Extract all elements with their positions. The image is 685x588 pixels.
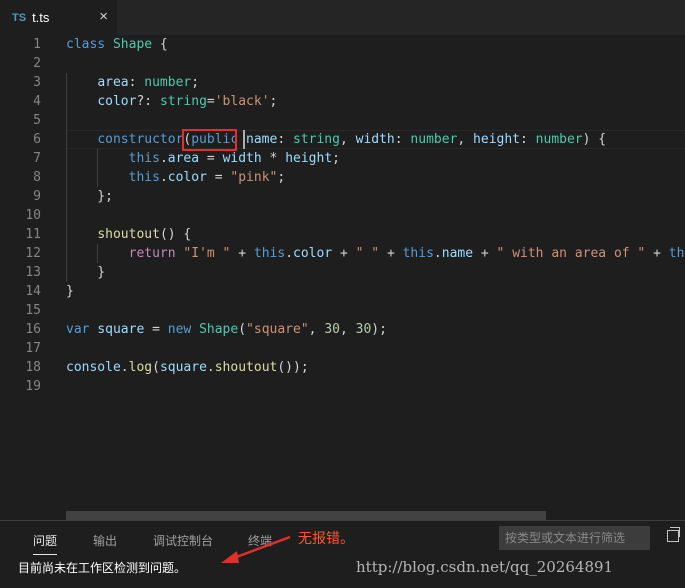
tab-problems[interactable]: 问题 (33, 532, 58, 555)
code-line: 17 (0, 339, 685, 358)
code-text: color?: string='black'; (97, 94, 278, 109)
line-number: 8 (33, 170, 41, 185)
code-text: shoutout() { (97, 227, 192, 242)
public-highlight-box (182, 129, 237, 151)
code-line: 9 }; (0, 187, 685, 206)
line-number: 17 (25, 341, 41, 356)
code-text: console.log(square.shoutout()); (66, 360, 309, 375)
code-text: this.color = "pink"; (128, 170, 286, 185)
code-line: 4 color?: string='black'; (0, 92, 685, 111)
code-text: } (66, 284, 74, 299)
editor-tab-t-ts[interactable]: TS t.ts × (0, 0, 117, 35)
code-line: 12 return "I'm " + this.color + " " + th… (0, 244, 685, 263)
code-text: constructor(public name: string, width: … (97, 132, 607, 147)
bottom-panel: 问题 输出 调试控制台 终端 无报错。 按类型或文本进行筛选 目前尚未在工作区检… (0, 520, 685, 588)
code-line: 6 constructor(public name: string, width… (0, 130, 685, 149)
tab-filename: t.ts (32, 10, 50, 25)
line-number: 14 (25, 284, 41, 299)
code-line: 14} (0, 282, 685, 301)
line-number: 15 (25, 303, 41, 318)
code-text: return "I'm " + this.color + " " + this.… (128, 246, 685, 261)
collapse-all-icon[interactable] (667, 527, 680, 542)
watermark: http://blog.csdn.net/qq_20264891 (356, 558, 614, 576)
filter-input[interactable]: 按类型或文本进行筛选 (499, 526, 650, 550)
code-text: area: number; (97, 75, 200, 90)
line-number: 19 (25, 379, 41, 394)
line-number: 18 (25, 360, 41, 375)
line-number: 2 (33, 56, 41, 71)
line-number: 5 (33, 113, 41, 128)
typescript-file-icon: TS (12, 11, 27, 24)
tab-debug-console[interactable]: 调试控制台 (153, 532, 213, 549)
code-line: 13 } (0, 263, 685, 282)
line-number: 9 (33, 189, 41, 204)
problems-message: 目前尚未在工作区检测到问题。 (18, 561, 187, 575)
code-text: }; (66, 189, 113, 204)
line-number: 7 (33, 151, 41, 166)
code-editor[interactable]: 1 class Shape {2 3 area: number; 4 color?: … (0, 35, 685, 511)
tab-output[interactable]: 输出 (93, 532, 117, 549)
tab-bar: TS t.ts × (0, 0, 685, 35)
code-line: 19 (0, 377, 685, 396)
code-text: var square = new Shape("square", 30, 30)… (66, 322, 387, 337)
code-line: 2 (0, 54, 685, 73)
code-line: 11 shoutout() { (0, 225, 685, 244)
line-number: 16 (25, 322, 41, 337)
close-icon[interactable]: × (99, 8, 108, 25)
annotation-arrow-icon (221, 535, 291, 563)
code-text: class Shape { (66, 37, 168, 52)
code-line: 7 this.area = width * height; (0, 149, 685, 168)
text-cursor (243, 130, 245, 149)
line-number: 1 (33, 37, 41, 52)
line-number: 13 (25, 265, 41, 280)
line-number: 10 (25, 208, 41, 223)
code-line: 18 console.log(square.shoutout()); (0, 358, 685, 377)
code-text: this.area = width * height; (128, 151, 340, 166)
code-text: } (66, 265, 106, 280)
line-number: 3 (33, 75, 41, 90)
line-number: 11 (25, 227, 41, 242)
line-number: 4 (33, 94, 41, 109)
code-line: 8 this.color = "pink"; (0, 168, 685, 187)
code-line: 3 area: number; (0, 73, 685, 92)
line-number: 6 (33, 132, 41, 147)
line-number: 12 (25, 246, 41, 261)
horizontal-scrollbar[interactable] (66, 511, 546, 520)
code-line: 1 class Shape { (0, 35, 685, 54)
annotation-no-errors: 无报错。 (298, 530, 354, 546)
code-line: 5 (0, 111, 685, 130)
code-line: 16 var square = new Shape("square", 30, 3… (0, 320, 685, 339)
code-line: 15 (0, 301, 685, 320)
code-line: 10 (0, 206, 685, 225)
